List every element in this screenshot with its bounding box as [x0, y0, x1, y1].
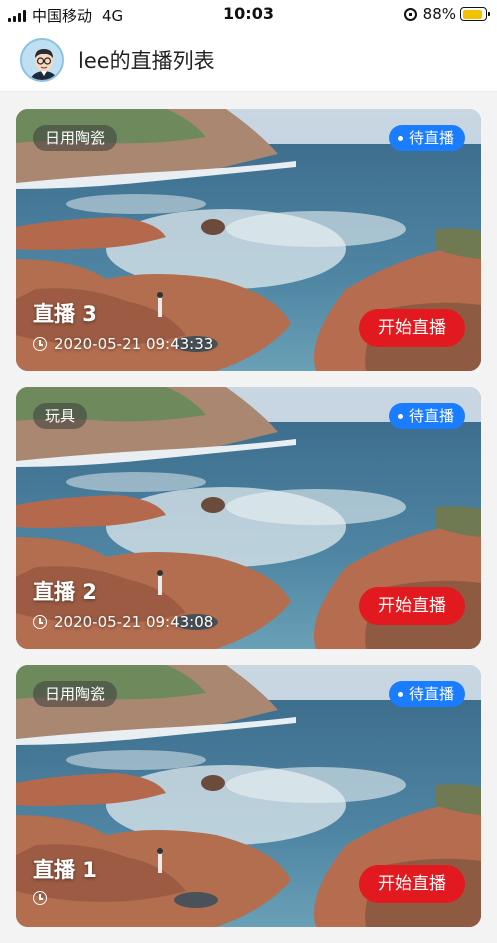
category-tag: 玩具	[33, 403, 88, 429]
dot-icon	[397, 135, 403, 141]
live-time: 2020-05-21 09:43:33	[33, 335, 213, 353]
status-badge: 待直播	[388, 403, 465, 429]
page-header: lee的直播列表	[0, 28, 497, 92]
avatar[interactable]	[20, 37, 64, 82]
clock-icon	[33, 615, 47, 629]
live-card[interactable]: 玩具 待直播 直播 2 2020-05-21 09:43:08 开始直播	[16, 387, 481, 649]
category-tag: 日用陶瓷	[33, 681, 118, 707]
status-label: 待直播	[408, 129, 454, 147]
battery-fill	[462, 9, 482, 19]
clock-icon	[33, 337, 47, 351]
time-label: 2020-05-21 09:43:33	[54, 335, 214, 353]
start-live-button[interactable]: 开始直播	[359, 587, 465, 625]
time-label: 2020-05-21 09:43:08	[54, 613, 214, 631]
status-badge: 待直播	[388, 681, 465, 707]
status-badge: 待直播	[388, 125, 465, 151]
category-tag: 日用陶瓷	[33, 125, 118, 151]
live-card[interactable]: 日用陶瓷 待直播 直播 3 2020-05-21 09:43:33 开始直播	[16, 109, 481, 371]
status-label: 待直播	[408, 407, 454, 425]
live-title: 直播 1	[33, 858, 97, 882]
start-live-button[interactable]: 开始直播	[359, 309, 465, 347]
live-title: 直播 3	[33, 302, 97, 326]
live-card[interactable]: 日用陶瓷 待直播 直播 1 开始直播	[16, 665, 481, 927]
live-time	[33, 891, 54, 905]
page-title: lee的直播列表	[78, 48, 215, 73]
orientation-lock-icon	[403, 7, 417, 21]
live-list: 日用陶瓷 待直播 直播 3 2020-05-21 09:43:33 开始直播 玩…	[16, 109, 481, 943]
live-time: 2020-05-21 09:43:08	[33, 613, 213, 631]
start-live-button[interactable]: 开始直播	[359, 865, 465, 903]
status-bar: 中国移动 4G 10:03 88%	[0, 0, 497, 28]
dot-icon	[397, 413, 403, 419]
clock-icon	[33, 891, 47, 905]
dot-icon	[397, 691, 403, 697]
status-label: 待直播	[408, 685, 454, 703]
avatar-icon	[22, 39, 62, 80]
live-title: 直播 2	[33, 580, 97, 604]
battery-percent: 88%	[422, 5, 456, 23]
battery-icon	[460, 7, 490, 21]
